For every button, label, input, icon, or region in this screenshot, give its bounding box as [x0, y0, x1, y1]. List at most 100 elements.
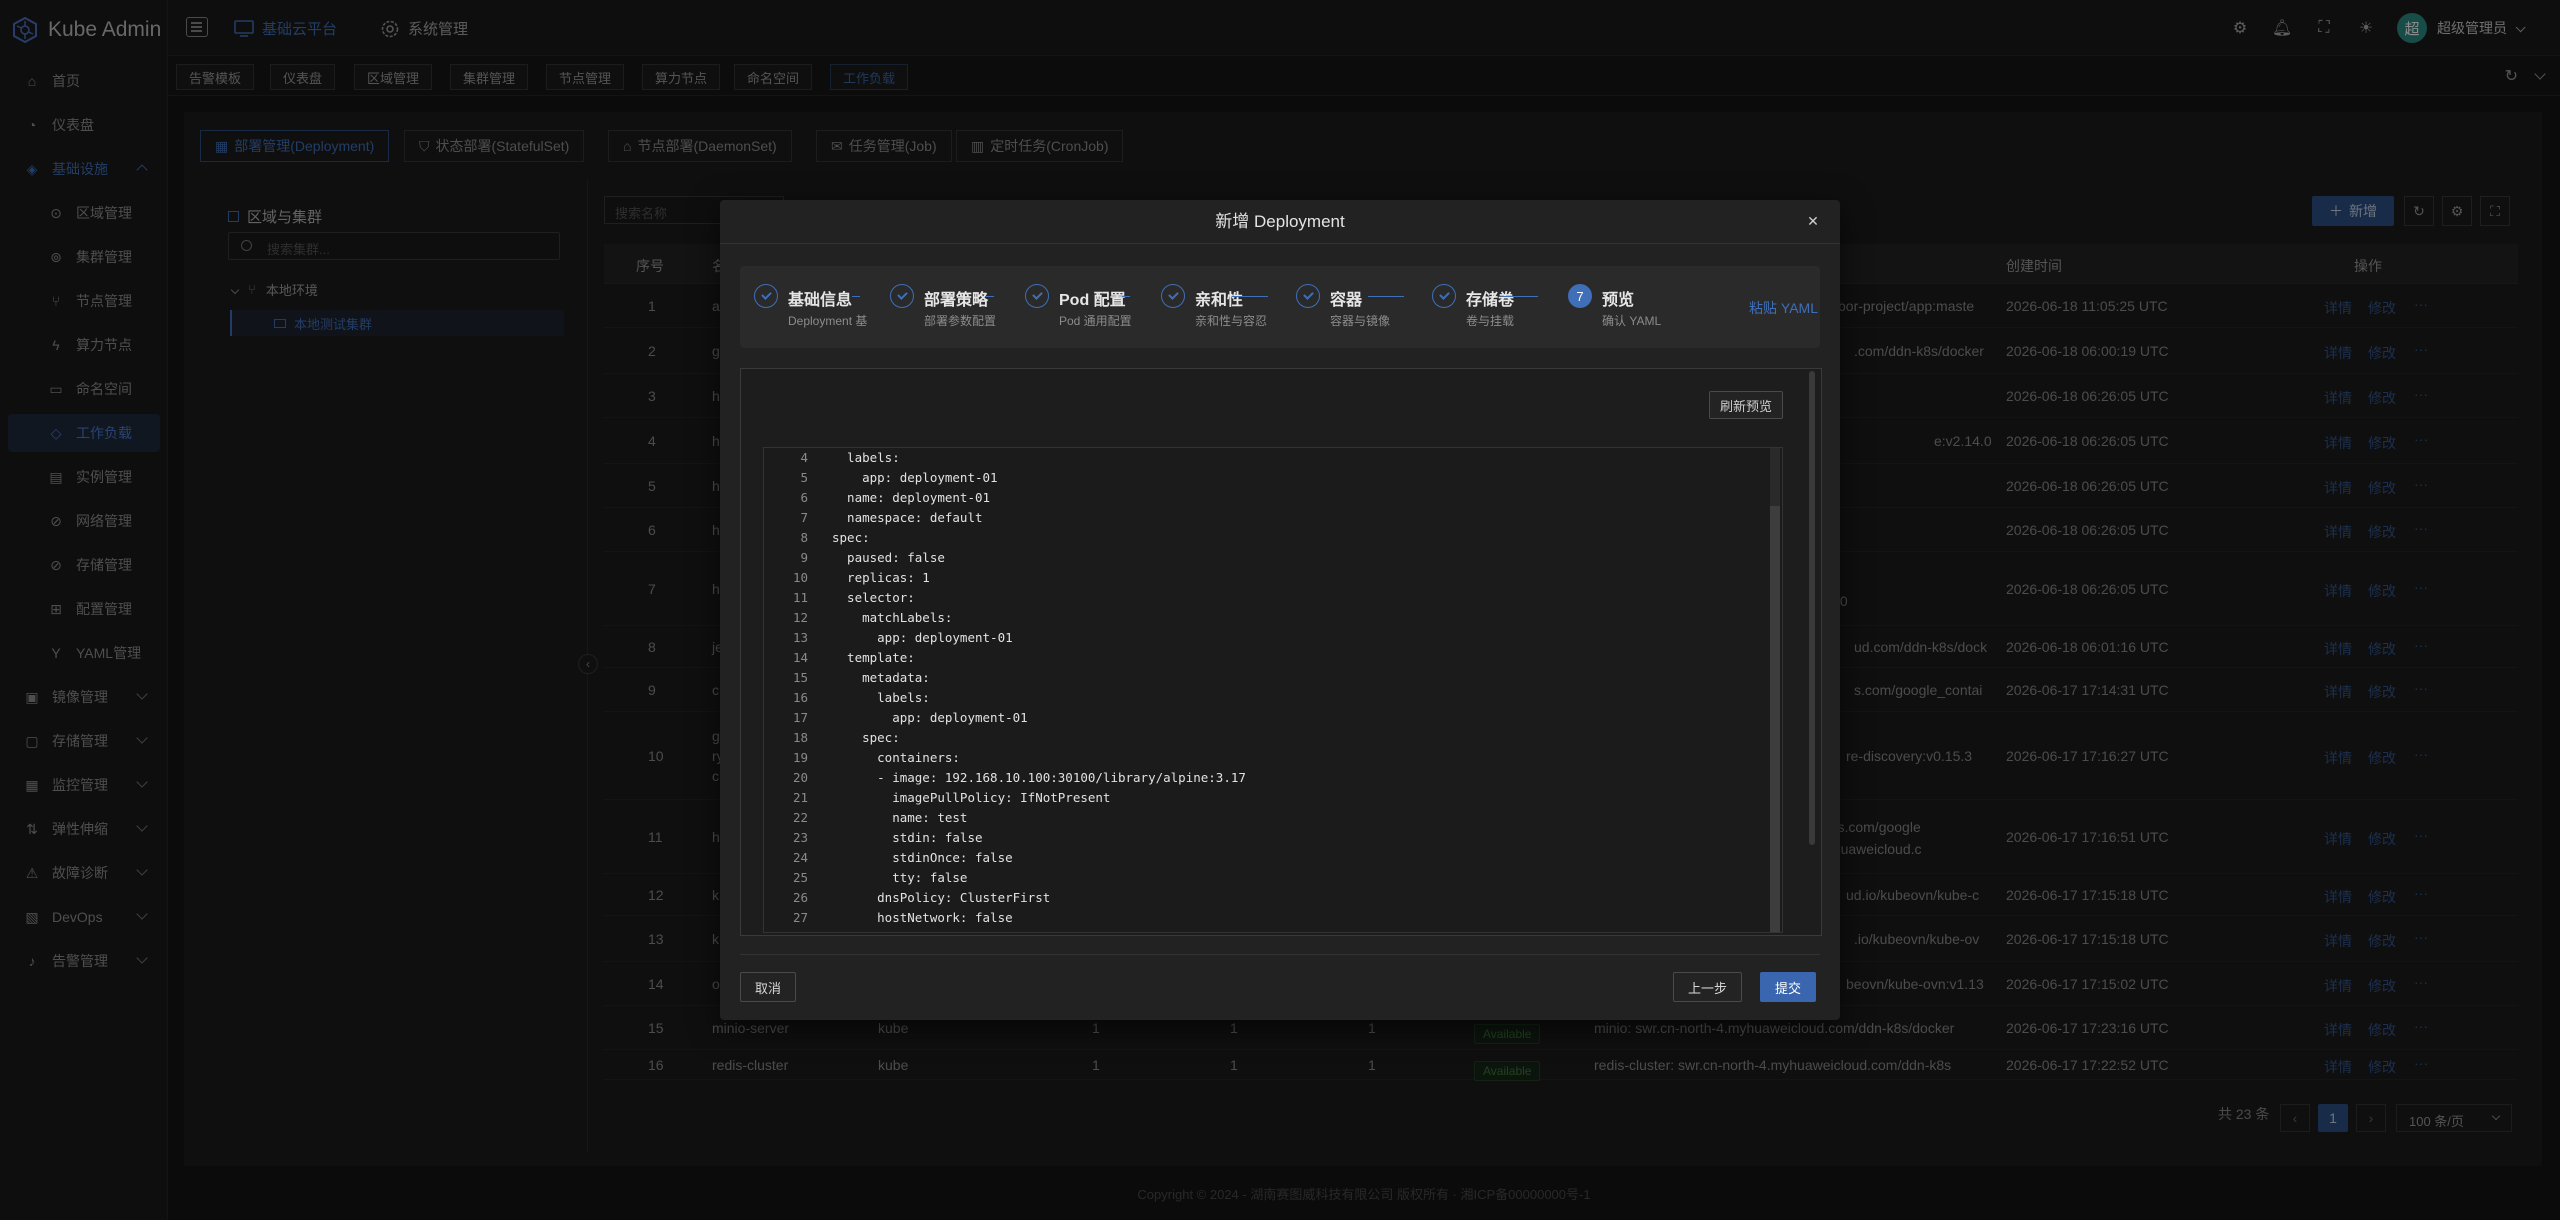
steps-bar: 基础信息 Deployment 基 部署策略部署参数配置 Pod 配置 Pod 通用配置…	[740, 266, 1820, 348]
step-connector	[986, 296, 994, 297]
step-connector	[1502, 296, 1538, 297]
code-text: tty: false	[832, 870, 968, 885]
code-text: labels:	[832, 690, 930, 705]
step-desc: 确认 YAML	[1602, 314, 1662, 328]
line-number: 9	[800, 550, 808, 565]
line-number: 6	[800, 490, 808, 505]
code-line: 26 dnsPolicy: ClusterFirst	[764, 888, 1782, 908]
line-number: 13	[792, 630, 808, 645]
code-line: 24 stdinOnce: false	[764, 848, 1782, 868]
code-line: 13 app: deployment-01	[764, 628, 1782, 648]
step-title: 基础信息	[788, 292, 853, 309]
check-icon	[754, 284, 778, 308]
line-number: 11	[792, 590, 808, 605]
code-line: 5 app: deployment-01	[764, 468, 1782, 488]
code-line: 22 name: test	[764, 808, 1782, 828]
yaml-preview-frame: 刷新预览 4 labels: 5 app: deployment-01 6 name…	[740, 368, 1822, 936]
code-text: app: deployment-01	[832, 470, 998, 485]
code-text: replicas: 1	[832, 570, 930, 585]
frame-scrollbar[interactable]	[1809, 371, 1815, 845]
step-desc: 卷与挂载	[1466, 314, 1515, 328]
step-connector	[852, 296, 860, 297]
submit-button[interactable]: 提交	[1760, 972, 1817, 1002]
step-connector	[1122, 296, 1130, 297]
step-desc: 部署参数配置	[924, 314, 997, 328]
line-number: 23	[792, 830, 808, 845]
line-number: 7	[800, 510, 808, 525]
code-text: imagePullPolicy: IfNotPresent	[832, 790, 1111, 805]
check-icon	[890, 284, 914, 308]
code-line: 10 replicas: 1	[764, 568, 1782, 588]
code-line: 8 spec:	[764, 528, 1782, 548]
line-number: 24	[792, 850, 808, 865]
step-desc: 亲和性与容忍	[1195, 314, 1268, 328]
line-number: 19	[792, 750, 808, 765]
editor-scroll-thumb[interactable]	[1770, 506, 1780, 932]
line-number: 22	[792, 810, 808, 825]
code-line: 20 - image: 192.168.10.100:30100/library…	[764, 768, 1782, 788]
code-line: 12 matchLabels:	[764, 608, 1782, 628]
code-text: selector:	[832, 590, 915, 605]
code-text: containers:	[832, 750, 960, 765]
code-text: stdin: false	[832, 830, 983, 845]
code-line: 25 tty: false	[764, 868, 1782, 888]
line-number: 5	[800, 470, 808, 485]
step-number: 7	[1568, 284, 1592, 308]
step-title: 预览	[1602, 292, 1635, 309]
code-text: template:	[832, 650, 915, 665]
code-text: hostNetwork: false	[832, 910, 1013, 925]
code-line: 19 containers:	[764, 748, 1782, 768]
code-line: 28 restartPolicy: Always	[764, 928, 1782, 932]
check-icon	[1296, 284, 1320, 308]
line-number: 26	[792, 890, 808, 905]
code-line: 15 metadata:	[764, 668, 1782, 688]
code-text: dnsPolicy: ClusterFirst	[832, 890, 1051, 905]
code-text: name: deployment-01	[832, 490, 991, 505]
step-desc: Pod 通用配置	[1059, 314, 1132, 328]
step-title: 存储卷	[1466, 292, 1515, 309]
step-title: 容器	[1330, 292, 1363, 309]
code-line: 11 selector:	[764, 588, 1782, 608]
prev-step-button[interactable]: 上一步	[1673, 972, 1743, 1002]
code-text: restartPolicy: Always	[832, 928, 1035, 932]
code-text: app: deployment-01	[832, 630, 1013, 645]
paste-yaml-link[interactable]: 粘贴 YAML	[1749, 298, 1818, 318]
line-number: 27	[792, 910, 808, 925]
line-number: 8	[800, 530, 808, 545]
code-line: 27 hostNetwork: false	[764, 908, 1782, 928]
cancel-button[interactable]: 取消	[740, 972, 797, 1002]
code-line: 16 labels:	[764, 688, 1782, 708]
code-line: 9 paused: false	[764, 548, 1782, 568]
line-number: 14	[792, 650, 808, 665]
step-connector	[1368, 296, 1404, 297]
step-title: 部署策略	[924, 292, 989, 309]
line-number: 4	[800, 450, 808, 465]
code-text: spec:	[832, 530, 870, 545]
line-number: 12	[792, 610, 808, 625]
editor-scrollbar[interactable]	[1770, 448, 1780, 932]
code-text: app: deployment-01	[832, 710, 1028, 725]
line-number: 20	[792, 770, 808, 785]
line-number: 25	[792, 870, 808, 885]
step-title: Pod 配置	[1059, 292, 1126, 309]
code-line: 4 labels:	[764, 448, 1782, 468]
code-text: spec:	[832, 730, 900, 745]
code-text: name: test	[832, 810, 968, 825]
code-text: labels:	[832, 450, 900, 465]
line-number: 18	[792, 730, 808, 745]
code-text: - image: 192.168.10.100:30100/library/al…	[832, 770, 1246, 785]
line-number: 21	[792, 790, 808, 805]
code-line: 18 spec:	[764, 728, 1782, 748]
refresh-preview-button[interactable]: 刷新预览	[1708, 391, 1783, 419]
line-number: 15	[792, 670, 808, 685]
check-icon	[1025, 284, 1049, 308]
step-desc: 容器与镜像	[1330, 314, 1391, 328]
line-number: 10	[792, 570, 808, 585]
yaml-code-editor[interactable]: 4 labels: 5 app: deployment-01 6 name: dep…	[763, 447, 1783, 933]
step-desc: Deployment 基	[788, 314, 868, 328]
close-icon[interactable]: ✕	[1806, 214, 1820, 228]
code-text: namespace: default	[832, 510, 983, 525]
add-deployment-modal: 新增 Deployment ✕ 基础信息 Deployment 基 部署策略 部署参数…	[720, 200, 1840, 1020]
step-title: 亲和性	[1195, 292, 1244, 309]
modal-footer-divider	[740, 954, 1820, 955]
